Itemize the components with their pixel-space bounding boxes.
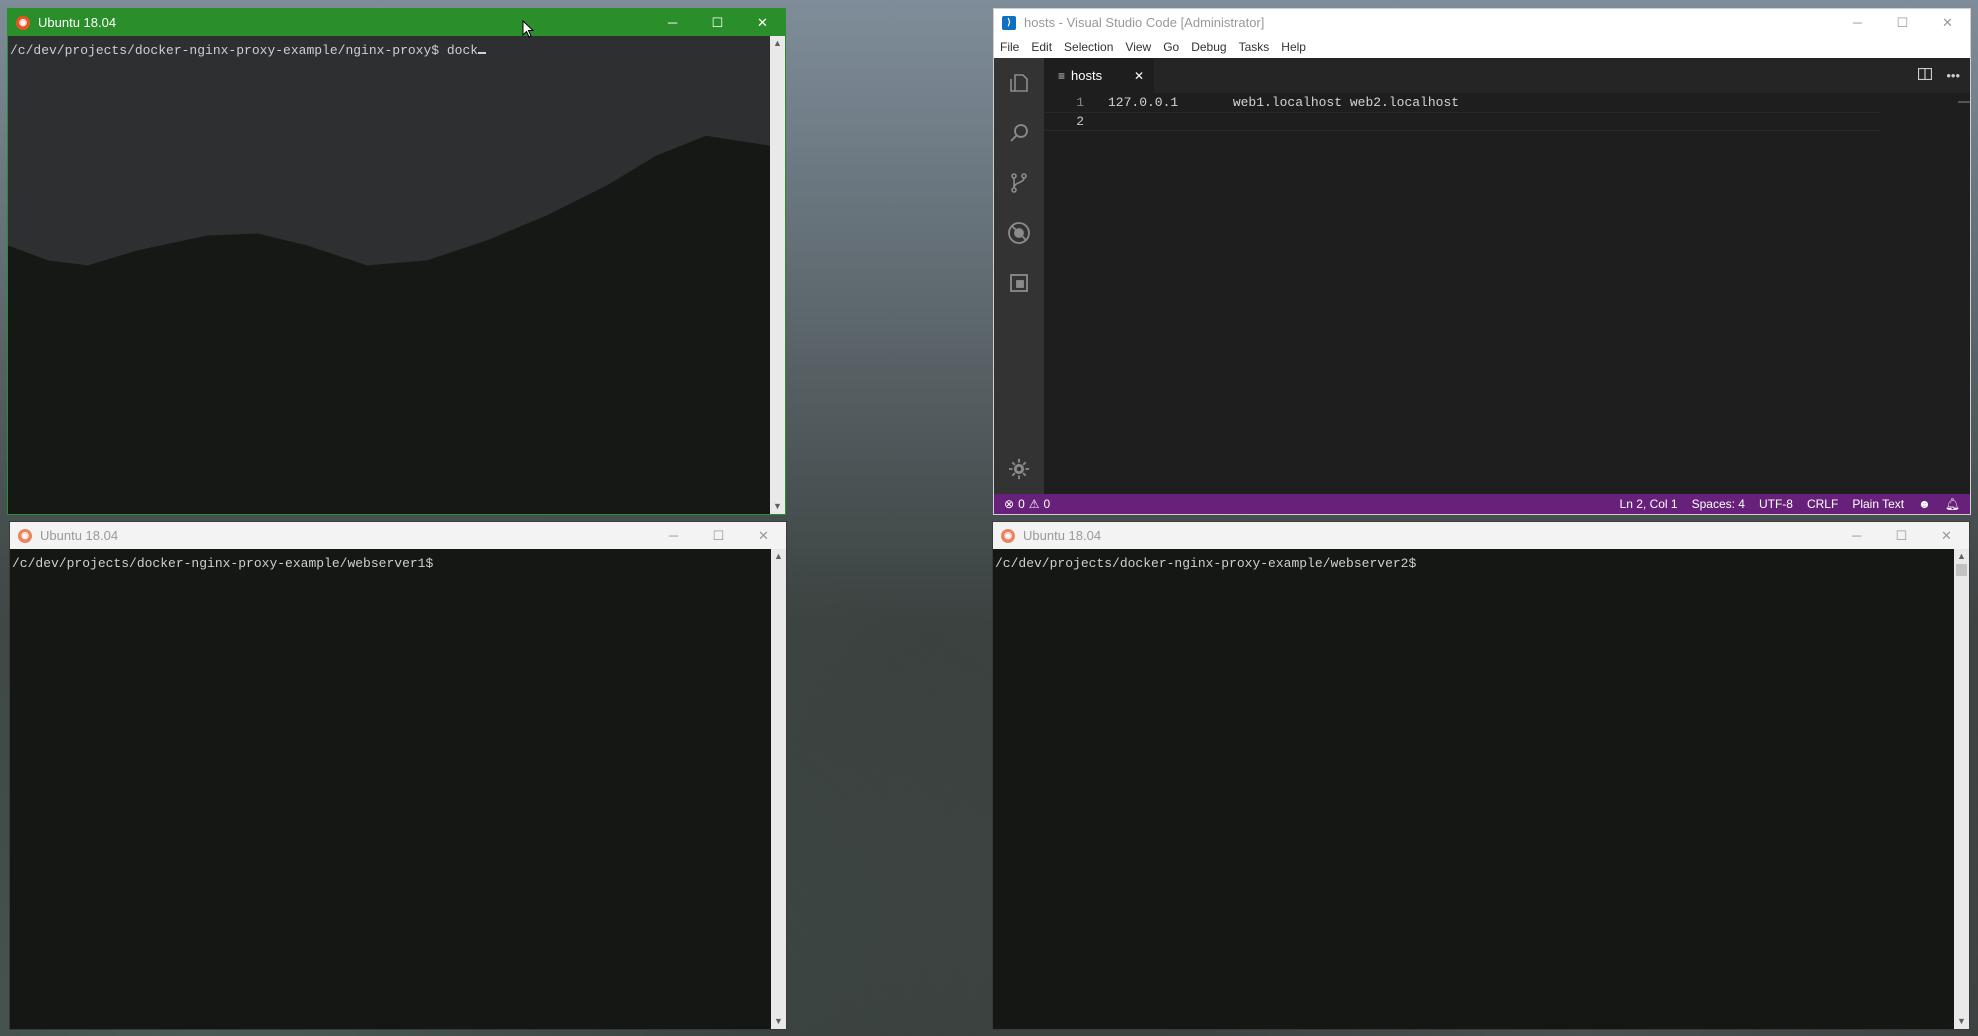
editor-line: 1 127.0.0.1 web1.localhost web2.localhos… — [1044, 93, 1970, 112]
ubuntu-icon: ◉ — [1001, 528, 1015, 543]
menu-file[interactable]: File — [994, 40, 1025, 54]
split-editor-icon[interactable] — [1918, 67, 1933, 83]
activity-bar — [994, 58, 1044, 494]
maximize-button[interactable]: ☐ — [1880, 9, 1925, 36]
menu-help[interactable]: Help — [1275, 40, 1312, 54]
terminal-prompt: /c/dev/projects/docker-nginx-proxy-examp… — [10, 43, 479, 58]
line-text[interactable]: 127.0.0.1 web1.localhost web2.localhost — [1108, 95, 1459, 110]
language-mode[interactable]: Plain Text — [1852, 497, 1904, 511]
cursor-position[interactable]: Ln 2, Col 1 — [1620, 497, 1678, 511]
terminal-prompt: /c/dev/projects/docker-nginx-proxy-examp… — [995, 556, 1417, 571]
line-number: 2 — [1076, 114, 1084, 129]
indentation[interactable]: Spaces: 4 — [1692, 497, 1745, 511]
extensions-icon[interactable] — [994, 258, 1044, 308]
warning-count: 0 — [1043, 497, 1051, 511]
terminal-window-webserver1[interactable]: ◉ Ubuntu 18.04 ─ ☐ ✕ /c/dev/projects/doc… — [9, 521, 787, 1030]
minimize-button[interactable]: ─ — [650, 9, 695, 36]
minimize-button[interactable]: ─ — [1834, 522, 1879, 549]
terminal-window-nginx-proxy[interactable]: ◉ Ubuntu 18.04 ─ ☐ ✕ /c/dev/projects/doc… — [7, 8, 786, 515]
close-button[interactable]: ✕ — [741, 522, 786, 549]
scroll-up-icon[interactable]: ▲ — [774, 549, 783, 564]
terminal-output[interactable]: /c/dev/projects/docker-nginx-proxy-examp… — [8, 36, 770, 514]
editor-area[interactable]: 1 127.0.0.1 web1.localhost web2.localhos… — [1044, 93, 1970, 494]
minimize-button[interactable]: ─ — [651, 522, 696, 549]
scroll-up-icon[interactable]: ▲ — [773, 36, 782, 51]
scrollbar[interactable]: ▲ ▼ — [771, 549, 786, 1029]
terminal-output[interactable]: /c/dev/projects/docker-nginx-proxy-examp… — [993, 549, 1954, 1029]
source-control-icon[interactable] — [994, 158, 1044, 208]
menu-bar: File Edit Selection View Go Debug Tasks … — [994, 36, 1970, 58]
ubuntu-icon: ◉ — [18, 528, 32, 543]
error-count: 0 — [1018, 497, 1025, 511]
menu-debug[interactable]: Debug — [1185, 40, 1232, 54]
menu-selection[interactable]: Selection — [1058, 40, 1119, 54]
terminal-output[interactable]: /c/dev/projects/docker-nginx-proxy-examp… — [10, 549, 771, 1029]
menu-go[interactable]: Go — [1157, 40, 1185, 54]
explorer-icon[interactable] — [994, 58, 1044, 108]
menu-view[interactable]: View — [1119, 40, 1157, 54]
menu-tasks[interactable]: Tasks — [1233, 40, 1276, 54]
notification-bell-icon[interactable]: 🔔︎ — [1945, 497, 1960, 511]
close-button[interactable]: ✕ — [1925, 9, 1970, 36]
warning-icon: ⚠ — [1028, 497, 1040, 511]
tab-label: hosts — [1071, 68, 1103, 83]
terminal-window-webserver2[interactable]: ◉ Ubuntu 18.04 ─ ☐ ✕ /c/dev/projects/doc… — [992, 521, 1970, 1030]
scrollbar[interactable]: ▲ ▼ — [770, 36, 785, 514]
window-title: Ubuntu 18.04 — [1023, 528, 1102, 543]
file-icon: ≡ — [1058, 68, 1066, 83]
scroll-down-icon[interactable]: ▼ — [773, 499, 782, 514]
debug-icon[interactable] — [994, 208, 1044, 258]
scroll-up-icon[interactable]: ▲ — [1957, 549, 1966, 564]
window-title: Ubuntu 18.04 — [40, 528, 119, 543]
maximize-button[interactable]: ☐ — [1879, 522, 1924, 549]
minimap[interactable] — [1958, 101, 1970, 121]
tab-hosts[interactable]: ≡ hosts ✕ — [1044, 58, 1154, 93]
vscode-icon: ⟩ — [1002, 15, 1016, 30]
error-icon: ⊗ — [1004, 497, 1015, 511]
terminal-titlebar[interactable]: ◉ Ubuntu 18.04 ─ ☐ ✕ — [10, 522, 786, 549]
more-actions-icon[interactable]: ••• — [1946, 68, 1960, 83]
scroll-down-icon[interactable]: ▼ — [774, 1014, 783, 1029]
encoding[interactable]: UTF-8 — [1759, 497, 1793, 511]
feedback-smiley-icon[interactable]: ☻ — [1918, 497, 1931, 511]
close-tab-icon[interactable]: ✕ — [1134, 69, 1144, 83]
window-title: Ubuntu 18.04 — [38, 15, 117, 30]
terminal-prompt: /c/dev/projects/docker-nginx-proxy-examp… — [12, 556, 434, 571]
close-button[interactable]: ✕ — [740, 9, 785, 36]
minimize-button[interactable]: ─ — [1835, 9, 1880, 36]
scroll-down-icon[interactable]: ▼ — [1957, 1014, 1966, 1029]
scrollbar[interactable]: ▲ ▼ — [1954, 549, 1969, 1029]
search-icon[interactable] — [994, 108, 1044, 158]
close-button[interactable]: ✕ — [1924, 522, 1969, 549]
vscode-titlebar[interactable]: ⟩ hosts - Visual Studio Code [Administra… — [994, 9, 1970, 36]
maximize-button[interactable]: ☐ — [696, 522, 741, 549]
problems-indicator[interactable]: ⊗ 0 ⚠ 0 — [1004, 497, 1050, 511]
terminal-titlebar[interactable]: ◉ Ubuntu 18.04 ─ ☐ ✕ — [8, 9, 785, 36]
gear-icon[interactable] — [994, 444, 1044, 494]
status-bar: ⊗ 0 ⚠ 0 Ln 2, Col 1 Spaces: 4 UTF-8 CRLF… — [994, 494, 1970, 514]
window-title: hosts - Visual Studio Code [Administrato… — [1024, 15, 1265, 30]
line-number: 1 — [1076, 95, 1084, 110]
text-cursor — [478, 52, 487, 54]
terminal-titlebar[interactable]: ◉ Ubuntu 18.04 ─ ☐ ✕ — [993, 522, 1969, 549]
ubuntu-icon: ◉ — [16, 15, 30, 30]
line-ending[interactable]: CRLF — [1807, 497, 1838, 511]
mouse-pointer-icon — [522, 20, 534, 38]
scroll-thumb[interactable] — [1956, 564, 1967, 576]
editor-tabs: ≡ hosts ✕ ••• — [1044, 58, 1970, 93]
editor-line-current: 2 — [1044, 112, 1880, 131]
maximize-button[interactable]: ☐ — [695, 9, 740, 36]
menu-edit[interactable]: Edit — [1025, 40, 1058, 54]
vscode-window[interactable]: ⟩ hosts - Visual Studio Code [Administra… — [993, 8, 1971, 515]
